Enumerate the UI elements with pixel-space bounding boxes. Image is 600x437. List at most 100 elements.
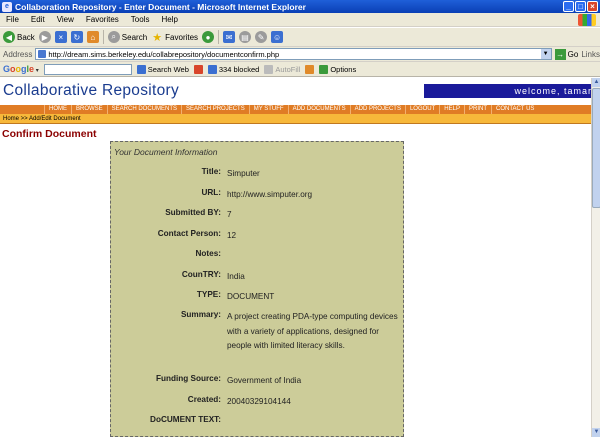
back-button[interactable]: ◀ Back: [3, 31, 35, 43]
menu-favorites[interactable]: Favorites: [80, 15, 125, 24]
messenger-icon[interactable]: ☺: [271, 31, 284, 43]
edit-icon[interactable]: ✎: [255, 31, 268, 43]
site-title: Collaborative Repository: [3, 82, 180, 99]
options-label: Options: [330, 64, 357, 74]
field-value: http://www.simputer.org: [227, 190, 313, 199]
google-search-input[interactable]: [43, 63, 132, 75]
close-button[interactable]: ×: [587, 1, 598, 12]
field-value: India: [227, 272, 245, 281]
field-value: A project creating PDA-type computing de…: [227, 312, 398, 350]
field-label: CounTRY:: [181, 270, 221, 279]
field-value: Simputer: [227, 169, 260, 178]
menu-view[interactable]: View: [51, 15, 80, 24]
menu-help[interactable]: Help: [155, 15, 183, 24]
scroll-up-icon[interactable]: ▲: [592, 78, 600, 87]
autofill-icon: [264, 64, 274, 74]
go-button[interactable]: → Go: [554, 48, 579, 60]
go-arrow-icon: →: [554, 48, 566, 60]
scroll-down-icon[interactable]: ▼: [592, 428, 600, 437]
field-label: Submitted BY:: [165, 208, 221, 217]
field-value: Government of India: [227, 376, 302, 385]
refresh-icon[interactable]: ↻: [70, 31, 83, 43]
blogger-icon[interactable]: [305, 64, 315, 74]
news-icon[interactable]: [193, 64, 203, 74]
autofill-label: AutoFill: [275, 64, 301, 74]
menu-edit[interactable]: Edit: [25, 15, 51, 24]
window-title: Collaboration Repository - Enter Documen…: [15, 1, 306, 12]
page-icon: [38, 50, 47, 58]
field-value: 12: [227, 231, 237, 240]
mail-icon[interactable]: ✉: [223, 31, 236, 43]
home-icon[interactable]: ⌂: [86, 31, 99, 43]
field-label: DoCUMENT TEXT:: [150, 415, 221, 424]
blocked-label: 334 blocked: [218, 64, 260, 74]
field-label: Created:: [187, 395, 221, 404]
search-web-icon: [136, 64, 146, 74]
nav-contact-us[interactable]: CONTACT US: [490, 105, 538, 114]
vertical-scrollbar[interactable]: ▲ ▼: [591, 78, 600, 437]
back-arrow-icon: ◀: [3, 31, 15, 43]
scroll-thumb[interactable]: [592, 88, 600, 208]
minimize-button[interactable]: _: [563, 1, 574, 12]
nav-search-documents[interactable]: SEARCH DOCUMENTS: [106, 105, 181, 114]
window-controls: _ □ ×: [563, 1, 598, 12]
nav-add-projects[interactable]: ADD PROJECTS: [349, 105, 405, 114]
address-url: http://dream.sims.berkeley.edu/collabrep…: [48, 49, 280, 59]
field-label: Summary:: [180, 310, 221, 319]
toolbar-separator: [218, 30, 220, 44]
search-web-button[interactable]: Search Web: [136, 64, 189, 74]
favorites-button[interactable]: ★ Favorites: [151, 31, 199, 44]
toolbar-separator: [102, 30, 104, 44]
links-label[interactable]: Links: [581, 50, 600, 59]
nav-search-projects[interactable]: SEARCH PROJECTS: [181, 105, 249, 114]
welcome-banner: welcome, tamara: [424, 84, 600, 98]
field-label: TYPE:: [196, 290, 221, 299]
document-info-panel: Your Document Information Title: Simpute…: [110, 141, 404, 437]
menu-tools[interactable]: Tools: [125, 15, 156, 24]
chevron-down-icon[interactable]: ▼: [540, 49, 551, 59]
search-label: Search: [121, 32, 148, 42]
media-icon[interactable]: ●: [202, 31, 215, 43]
panel-title: Your Document Information: [114, 147, 218, 157]
address-input[interactable]: http://dream.sims.berkeley.edu/collabrep…: [35, 48, 552, 60]
field-value: 7: [227, 210, 232, 219]
nav-browse[interactable]: BROWSE: [71, 105, 107, 114]
search-icon: ⌕: [107, 31, 120, 43]
forward-button[interactable]: ▶: [38, 31, 51, 43]
google-logo[interactable]: Google ▾: [3, 64, 39, 74]
page-content: Collaborative Repository welcome, tamara…: [0, 78, 600, 437]
breadcrumb[interactable]: Home >> Add/Edit Document: [0, 114, 600, 124]
autofill-button[interactable]: AutoFill: [264, 64, 301, 74]
menu-file[interactable]: File: [0, 15, 25, 24]
menu-bar: File Edit View Favorites Tools Help: [0, 13, 600, 27]
address-bar: Address http://dream.sims.berkeley.edu/c…: [0, 47, 600, 62]
field-label: Contact Person:: [157, 229, 221, 238]
maximize-button[interactable]: □: [575, 1, 586, 12]
nav-logout[interactable]: LOGOUT: [404, 105, 439, 114]
nav-print[interactable]: PRINT: [463, 105, 491, 114]
window-title-bar: e Collaboration Repository - Enter Docum…: [0, 0, 600, 13]
nav-home[interactable]: HOME: [44, 105, 71, 114]
print-icon[interactable]: ▤: [239, 31, 252, 43]
windows-logo-icon: [578, 13, 596, 26]
stop-icon[interactable]: ×: [54, 31, 67, 43]
nav-my-stuff[interactable]: MY STUFF: [248, 105, 288, 114]
favorites-label: Favorites: [165, 32, 199, 42]
go-label: Go: [567, 49, 579, 59]
page-title: Confirm Document: [2, 128, 97, 140]
google-toolbar: Google ▾ Search Web 334 blocked AutoFill…: [0, 62, 600, 77]
nav-add-documents[interactable]: ADD DOCUMENTS: [287, 105, 350, 114]
search-web-label: Search Web: [147, 64, 189, 74]
site-nav: HOME BROWSE SEARCH DOCUMENTS SEARCH PROJ…: [0, 105, 600, 114]
options-button[interactable]: Options: [319, 64, 357, 74]
nav-help[interactable]: HELP: [439, 105, 464, 114]
field-label: Title:: [201, 167, 221, 176]
field-value: 20040329104144: [227, 397, 291, 406]
browser-toolbar: ◀ Back ▶ × ↻ ⌂ ⌕ Search ★ Favorites ● ✉ …: [0, 28, 600, 47]
search-button[interactable]: ⌕ Search: [107, 31, 148, 43]
ie-app-icon: e: [2, 1, 12, 12]
options-icon: [319, 64, 329, 74]
popup-blocked-button[interactable]: 334 blocked: [207, 64, 260, 74]
field-label: URL:: [201, 188, 221, 197]
field-label: Funding Source:: [155, 374, 221, 383]
